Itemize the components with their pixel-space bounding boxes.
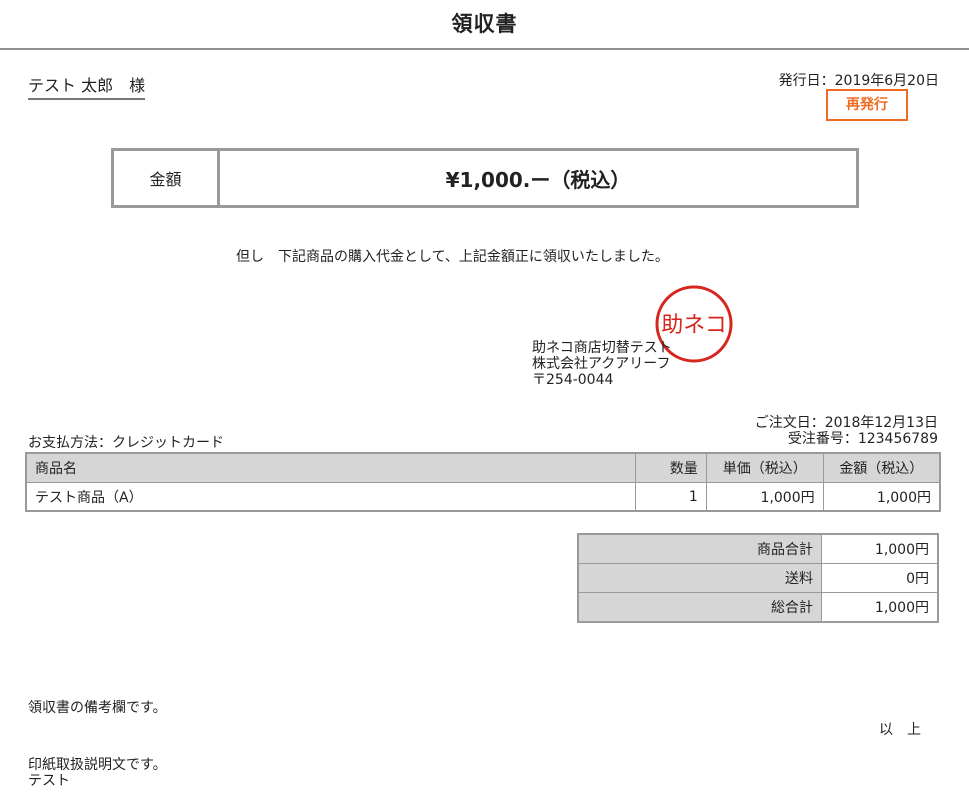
payment-label: お支払方法： bbox=[28, 435, 112, 451]
reissue-button[interactable]: 再発行 bbox=[826, 89, 908, 121]
issue-date-value: 2019年6月20日 bbox=[834, 73, 939, 89]
header-amount: 金額（税込） bbox=[822, 452, 941, 483]
proviso-text: 但し 下記商品の購入代金として、上記金額正に領収いたしました。 bbox=[236, 249, 669, 265]
totals-row-shipping: 送料 0円 bbox=[577, 563, 939, 593]
issue-date-label: 発行日： bbox=[778, 73, 835, 89]
subtotal-label: 商品合計 bbox=[577, 533, 822, 564]
cell-unit-price: 1,000円 bbox=[705, 482, 824, 512]
page-title: 領収書 bbox=[451, 12, 518, 36]
totals-row-subtotal: 商品合計 1,000円 bbox=[577, 533, 939, 564]
title-divider bbox=[0, 48, 969, 50]
issuer-shop: 助ネコ商店切替テスト bbox=[532, 340, 672, 356]
remarks-text: 領収書の備考欄です。 bbox=[28, 700, 167, 716]
recipient-name: テスト 太郎 様 bbox=[28, 72, 146, 100]
order-meta: ご注文日：2018年12月13日 受注番号：123456789 bbox=[660, 415, 938, 447]
seal-text: 助ネコ bbox=[661, 313, 727, 338]
amount-box: 金額 ¥1,000.ー（税込） bbox=[111, 148, 859, 208]
revenue-stamp-note: 印紙取扱説明文です。 テスト bbox=[28, 757, 167, 789]
amount-label: 金額 bbox=[114, 151, 220, 205]
order-number: 受注番号：123456789 bbox=[660, 431, 938, 447]
order-number-value: 123456789 bbox=[857, 431, 938, 447]
header-unit-price: 単価（税込） bbox=[705, 452, 824, 483]
payment-method: お支払方法：クレジットカード bbox=[28, 432, 224, 452]
order-date: ご注文日：2018年12月13日 bbox=[660, 415, 938, 431]
subtotal-value: 1,000円 bbox=[821, 533, 939, 564]
order-number-label: 受注番号： bbox=[787, 431, 858, 447]
issuer-company: 株式会社アクアリーフ bbox=[532, 356, 671, 372]
issue-date: 発行日：2019年6月20日 bbox=[740, 70, 939, 90]
order-date-label: ご注文日： bbox=[754, 415, 825, 431]
cell-amount: 1,000円 bbox=[822, 482, 941, 512]
totals-row-grand-total: 総合計 1,000円 bbox=[577, 592, 939, 623]
items-header-row: 商品名 数量 単価（税込） 金額（税込） bbox=[25, 452, 941, 483]
cell-product-name: テスト商品（A） bbox=[25, 482, 636, 512]
cell-quantity: 1 bbox=[634, 482, 707, 512]
items-table: 商品名 数量 単価（税込） 金額（税込） テスト商品（A） 1 1,000円 1… bbox=[25, 452, 941, 512]
stamp-note-line1: 印紙取扱説明文です。 bbox=[28, 757, 167, 773]
header-product-name: 商品名 bbox=[25, 452, 636, 483]
shipping-value: 0円 bbox=[821, 563, 939, 593]
closing-text: 以 上 bbox=[879, 722, 921, 738]
table-row: テスト商品（A） 1 1,000円 1,000円 bbox=[25, 482, 941, 512]
header-quantity: 数量 bbox=[634, 452, 707, 483]
issuer-block: 助ネコ商店切替テスト 株式会社アクアリーフ 〒254-0044 bbox=[532, 340, 672, 388]
totals-table: 商品合計 1,000円 送料 0円 総合計 1,000円 bbox=[577, 533, 939, 623]
grand-total-value: 1,000円 bbox=[821, 592, 939, 623]
payment-value: クレジットカード bbox=[112, 435, 224, 451]
amount-value: ¥1,000.ー（税込） bbox=[445, 167, 631, 192]
order-date-value: 2018年12月13日 bbox=[824, 415, 938, 431]
issuer-postal: 〒254-0044 bbox=[532, 372, 614, 388]
stamp-note-line2: テスト bbox=[28, 773, 70, 789]
shipping-label: 送料 bbox=[577, 563, 822, 593]
grand-total-label: 総合計 bbox=[577, 592, 822, 623]
